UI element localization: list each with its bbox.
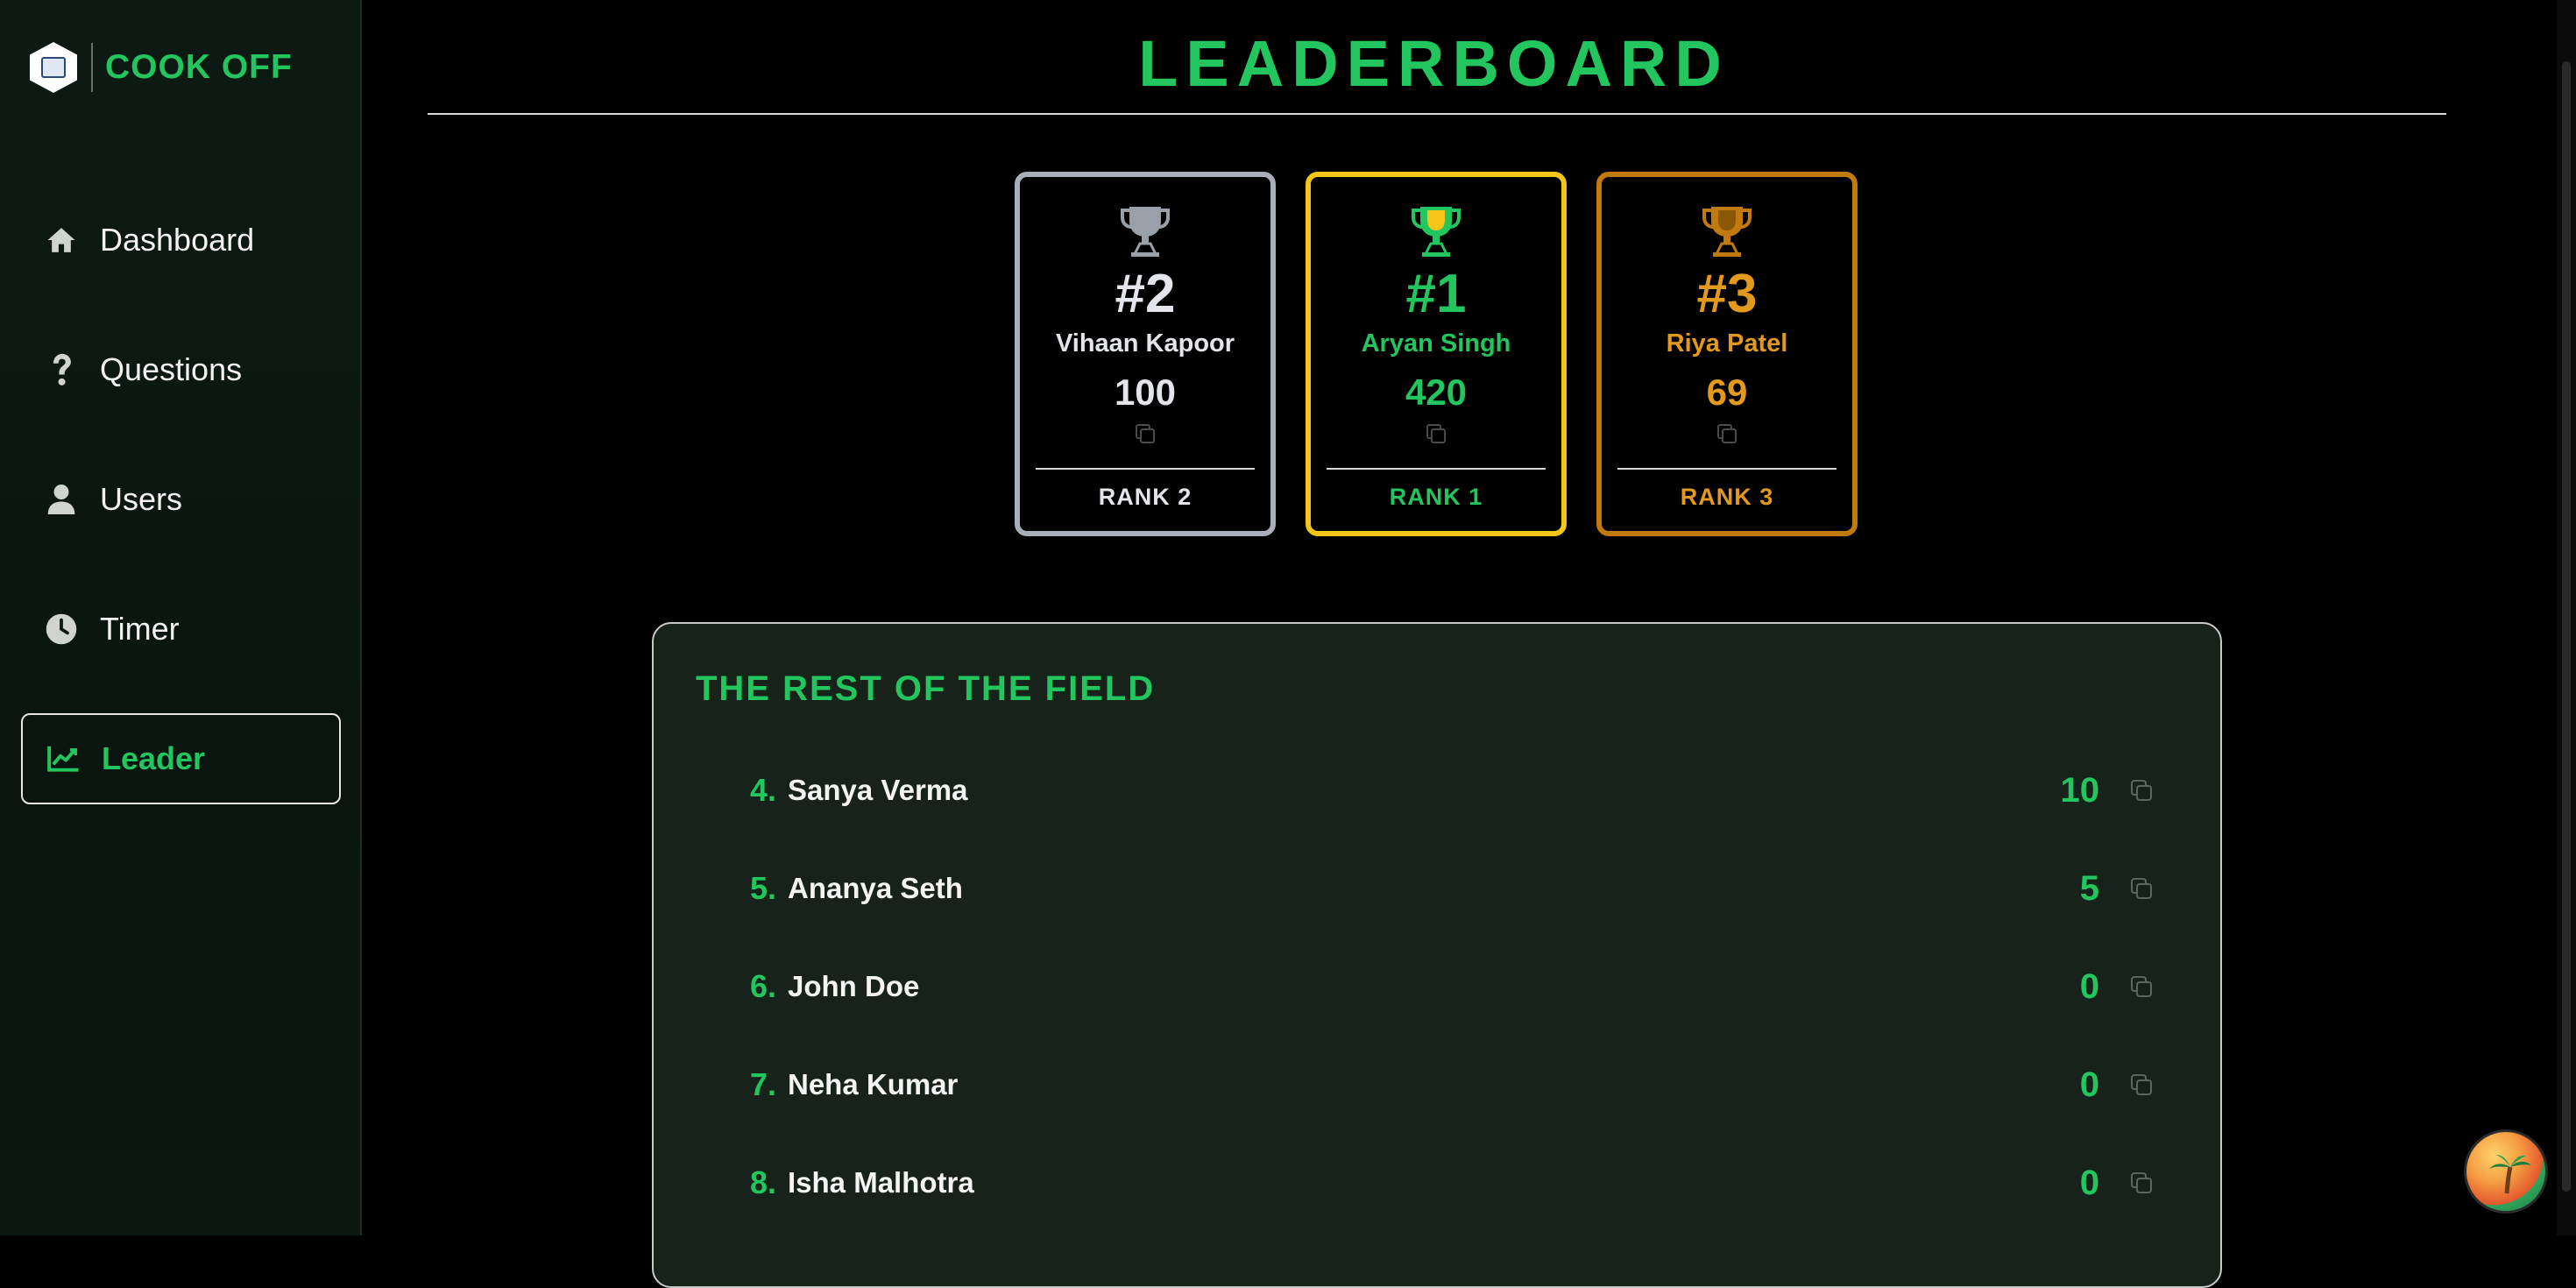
palm-tree-icon xyxy=(2489,1155,2531,1194)
trophy-icon xyxy=(1121,207,1170,257)
clock-icon xyxy=(44,612,79,647)
scrollbar-thumb[interactable] xyxy=(2562,61,2571,1192)
row-name: John Doe xyxy=(788,970,920,1002)
scrollbar[interactable] xyxy=(2557,0,2576,1235)
question-icon xyxy=(44,352,79,387)
chart-line-icon xyxy=(46,741,81,776)
sidebar-item-questions[interactable]: Questions xyxy=(21,324,341,415)
podium-position: #1 xyxy=(1405,264,1467,324)
podium-rank-label: RANK 1 xyxy=(1389,484,1483,510)
row-rank: 6. xyxy=(749,968,776,1004)
copy-icon[interactable] xyxy=(1716,422,1738,445)
sidebar-item-label: Dashboard xyxy=(100,222,255,258)
sidebar-item-label: Users xyxy=(100,481,183,517)
podium-card-rank-1: #1 Aryan Singh 420 RANK 1 xyxy=(1306,172,1567,536)
row-name: Sanya Verma xyxy=(788,774,968,806)
row-rank: 7. xyxy=(749,1066,776,1102)
copy-icon[interactable] xyxy=(2129,974,2154,999)
rest-of-field-panel: THE REST OF THE FIELD 4. Sanya Verma 10 … xyxy=(652,622,2222,1288)
podium-card-rank-2: #2 Vihaan Kapoor 100 RANK 2 xyxy=(1015,172,1276,536)
sidebar-item-leader[interactable]: Leader xyxy=(21,713,341,804)
sidebar-item-timer[interactable]: Timer xyxy=(21,584,341,675)
floating-assistant-button[interactable] xyxy=(2464,1129,2548,1214)
podium-rank-label: RANK 2 xyxy=(1098,484,1192,510)
row-name: Ananya Seth xyxy=(788,872,963,904)
title-divider xyxy=(428,113,2446,115)
row-score: 10 xyxy=(2060,770,2100,810)
row-name: Isha Malhotra xyxy=(788,1166,974,1199)
row-score: 0 xyxy=(2079,966,2099,1006)
brand[interactable]: COOK OFF xyxy=(30,39,293,96)
row-rank: 4. xyxy=(749,772,776,808)
podium-rank-label: RANK 3 xyxy=(1680,484,1774,510)
brand-logo xyxy=(30,42,77,93)
podium-score: 69 xyxy=(1706,372,1748,413)
card-divider xyxy=(1327,468,1546,470)
sidebar-item-users[interactable]: Users xyxy=(21,454,341,545)
leaderboard-row: 4. Sanya Verma 10 xyxy=(654,760,2220,821)
row-score: 0 xyxy=(2079,1163,2099,1202)
panel-title: THE REST OF THE FIELD xyxy=(696,669,1156,708)
sidebar-item-dashboard[interactable]: Dashboard xyxy=(21,195,341,286)
row-score: 0 xyxy=(2079,1065,2099,1104)
copy-icon[interactable] xyxy=(2129,778,2154,803)
row-name: Neha Kumar xyxy=(788,1068,959,1100)
podium-score: 100 xyxy=(1114,372,1177,413)
home-icon xyxy=(44,223,79,258)
card-divider xyxy=(1617,468,1836,470)
copy-icon[interactable] xyxy=(2129,876,2154,901)
sidebar-item-label: Timer xyxy=(100,611,180,647)
podium-position: #3 xyxy=(1696,264,1758,324)
copy-icon[interactable] xyxy=(2129,1171,2154,1195)
sidebar: COOK OFF Dashboard Questions Users Timer… xyxy=(0,0,362,1235)
sidebar-item-label: Leader xyxy=(102,740,206,776)
copy-icon[interactable] xyxy=(1425,422,1447,445)
copy-icon[interactable] xyxy=(1134,422,1157,445)
copy-icon[interactable] xyxy=(2129,1072,2154,1097)
leaderboard-row: 5. Ananya Seth 5 xyxy=(654,858,2220,919)
brand-name: COOK OFF xyxy=(105,48,293,86)
leaderboard-row: 6. John Doe 0 xyxy=(654,956,2220,1017)
leaderboard-row: 8. Isha Malhotra 0 xyxy=(654,1152,2220,1214)
row-rank: 5. xyxy=(749,870,776,906)
podium-score: 420 xyxy=(1405,372,1468,413)
podium-name: Riya Patel xyxy=(1666,329,1788,357)
leaderboard-row: 7. Neha Kumar 0 xyxy=(654,1054,2220,1115)
sidebar-item-label: Questions xyxy=(100,351,243,387)
podium-name: Vihaan Kapoor xyxy=(1055,329,1235,357)
trophy-icon xyxy=(1702,207,1752,257)
page-title: LEADERBOARD xyxy=(1138,27,1730,100)
user-icon xyxy=(44,482,79,517)
trophy-icon xyxy=(1412,207,1461,257)
podium-card-rank-3: #3 Riya Patel 69 RANK 3 xyxy=(1596,172,1858,536)
podium-position: #2 xyxy=(1115,264,1176,324)
brand-divider xyxy=(91,43,93,92)
row-rank: 8. xyxy=(749,1164,776,1200)
card-divider xyxy=(1036,468,1255,470)
row-score: 5 xyxy=(2079,868,2099,908)
podium-name: Aryan Singh xyxy=(1361,329,1511,357)
